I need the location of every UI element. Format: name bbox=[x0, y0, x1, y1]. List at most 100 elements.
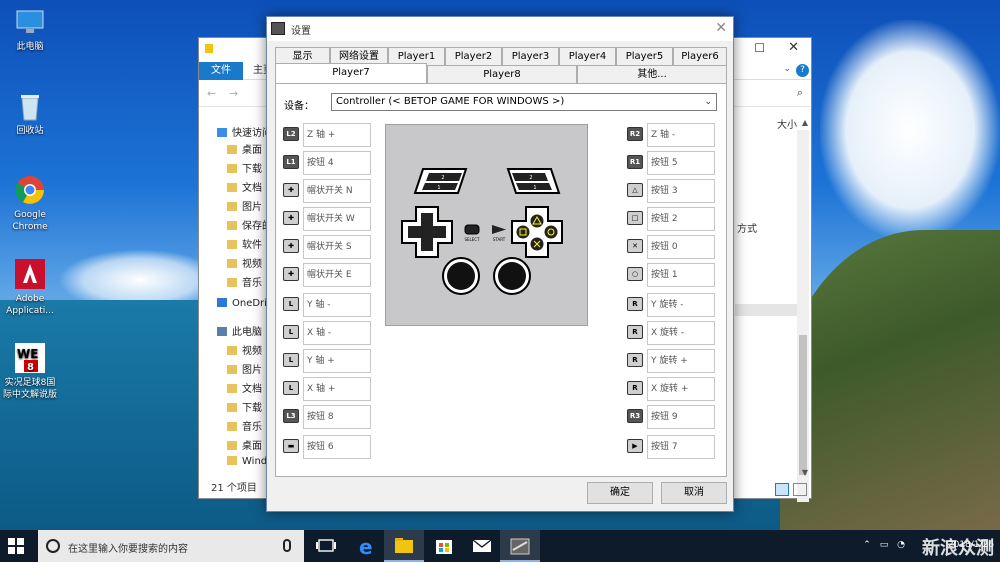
sidebar-item[interactable]: 此电脑 bbox=[217, 323, 262, 338]
mapping-field[interactable]: 按钮 9 bbox=[647, 405, 715, 429]
mapping-field[interactable]: 帽状开关 N bbox=[303, 179, 371, 203]
help-icon[interactable]: ? bbox=[796, 64, 809, 77]
button-glyph-icon: R bbox=[627, 381, 643, 395]
task-view-button[interactable] bbox=[306, 530, 346, 562]
forward-arrow-icon[interactable]: → bbox=[229, 87, 238, 100]
chevron-up-icon[interactable]: ⌃ bbox=[863, 540, 871, 550]
desktop-icon-this-pc[interactable]: 此电脑 bbox=[2, 6, 58, 53]
tab-row1-item[interactable]: Player3 bbox=[502, 47, 559, 65]
scrollbar-thumb[interactable] bbox=[799, 335, 807, 475]
mapping-field[interactable]: Y 旋转 + bbox=[647, 349, 715, 373]
mapping-field[interactable]: Y 轴 - bbox=[303, 293, 371, 317]
button-glyph-icon: □ bbox=[627, 211, 643, 225]
desktop-icon-recycle-bin[interactable]: 回收站 bbox=[2, 90, 58, 137]
analog-sticks bbox=[442, 257, 531, 295]
sidebar-item[interactable]: 快速访问 bbox=[217, 124, 272, 139]
sidebar-item[interactable]: 桌面 bbox=[227, 437, 262, 452]
battery-icon[interactable]: ▭ bbox=[880, 540, 889, 550]
sidebar-item[interactable]: OneDriv bbox=[217, 298, 273, 309]
button-glyph-icon: ▶ bbox=[627, 439, 643, 453]
close-icon[interactable]: ✕ bbox=[715, 20, 727, 36]
mapping-field[interactable]: Y 轴 + bbox=[303, 349, 371, 373]
adobe-icon bbox=[14, 258, 46, 290]
search-icon[interactable]: ⌕ bbox=[797, 86, 803, 100]
sidebar-item[interactable]: 软件 bbox=[227, 236, 262, 251]
mapping-field[interactable]: X 旋转 + bbox=[647, 377, 715, 401]
tab-row1-item[interactable]: Player5 bbox=[616, 47, 673, 65]
desktop-icon-adobe[interactable]: Adobe Applicati... bbox=[2, 258, 58, 317]
folder-icon bbox=[227, 259, 237, 268]
edge-button[interactable]: e bbox=[346, 530, 386, 562]
mapping-field[interactable]: 按钮 5 bbox=[647, 151, 715, 175]
mapping-field[interactable]: 帽状开关 E bbox=[303, 263, 371, 287]
file-explorer-button[interactable] bbox=[384, 530, 424, 562]
scroll-up-icon[interactable]: ▲ bbox=[802, 118, 808, 127]
cancel-button[interactable]: 取消 bbox=[661, 482, 727, 504]
store-button[interactable] bbox=[424, 530, 464, 562]
desktop-icon-chrome[interactable]: Google Chrome bbox=[2, 174, 58, 233]
chevron-down-icon[interactable]: ⌄ bbox=[783, 64, 791, 74]
mapping-field[interactable]: Y 旋转 - bbox=[647, 293, 715, 317]
mapping-field[interactable]: X 轴 - bbox=[303, 321, 371, 345]
folder-icon bbox=[227, 384, 237, 393]
sidebar-item-label: 图片 bbox=[242, 365, 262, 376]
tab-row1-item[interactable]: Player2 bbox=[445, 47, 502, 65]
scroll-down-icon[interactable]: ▼ bbox=[802, 468, 808, 477]
tab-row2-item[interactable]: Player8 bbox=[427, 65, 577, 83]
start-button[interactable] bbox=[8, 538, 24, 554]
dpad bbox=[401, 206, 453, 258]
back-arrow-icon[interactable]: ← bbox=[207, 87, 216, 100]
maximize-icon[interactable]: ☐ bbox=[754, 41, 765, 55]
mapping-field[interactable]: X 轴 + bbox=[303, 377, 371, 401]
microphone-icon[interactable] bbox=[283, 539, 291, 552]
folder-icon bbox=[227, 403, 237, 412]
mapping-field[interactable]: 帽状开关 S bbox=[303, 235, 371, 259]
mapping-field[interactable]: 按钮 7 bbox=[647, 435, 715, 459]
mapping-field[interactable]: 按钮 2 bbox=[647, 207, 715, 231]
mapping-field[interactable]: 帽状开关 W bbox=[303, 207, 371, 231]
sidebar-item[interactable]: 图片 bbox=[227, 198, 262, 213]
mapping-field[interactable]: X 旋转 - bbox=[647, 321, 715, 345]
mapping-field[interactable]: 按钮 3 bbox=[647, 179, 715, 203]
mapping-field[interactable]: 按钮 4 bbox=[303, 151, 371, 175]
device-select[interactable]: Controller (< BETOP GAME FOR WINDOWS >) … bbox=[331, 93, 717, 111]
folder-icon bbox=[227, 164, 237, 173]
ok-button[interactable]: 确定 bbox=[587, 482, 653, 504]
scrollbar[interactable] bbox=[797, 130, 809, 502]
mapping-field[interactable]: 按钮 8 bbox=[303, 405, 371, 429]
sidebar-item[interactable]: 桌面 bbox=[227, 141, 262, 156]
sidebar-item[interactable]: 文档 bbox=[227, 179, 262, 194]
sidebar-item[interactable]: 视频 bbox=[227, 342, 262, 357]
tab-row2-item[interactable]: 其他... bbox=[577, 65, 727, 83]
mapping-field[interactable]: 按钮 1 bbox=[647, 263, 715, 287]
sidebar-item[interactable]: 图片 bbox=[227, 361, 262, 376]
details-view-icon[interactable] bbox=[775, 483, 789, 496]
chrome-icon bbox=[14, 174, 46, 206]
column-header-size[interactable]: 大小 bbox=[777, 116, 797, 131]
tiles-view-icon[interactable] bbox=[793, 483, 807, 496]
chevron-down-icon[interactable]: ⌄ bbox=[704, 94, 712, 110]
sidebar-item[interactable]: 文档 bbox=[227, 380, 262, 395]
tab-row1-item[interactable]: Player6 bbox=[673, 47, 727, 65]
sidebar-item[interactable]: 视频 bbox=[227, 255, 262, 270]
ribbon-tab-file[interactable]: 文件 bbox=[199, 62, 243, 80]
mapping-field[interactable]: Z 轴 - bbox=[647, 123, 715, 147]
mapping-field[interactable]: Z 轴 + bbox=[303, 123, 371, 147]
folder-icon bbox=[217, 327, 227, 336]
taskbar-search[interactable]: 在这里输入你要搜索的内容 bbox=[38, 530, 304, 562]
selected-row[interactable] bbox=[735, 304, 799, 316]
emulator-button[interactable] bbox=[500, 530, 540, 562]
network-icon[interactable]: ◔ bbox=[897, 540, 905, 550]
desktop-icon-we8[interactable]: WE 8 实况足球8国际中文解说版 bbox=[2, 342, 58, 401]
sidebar-item[interactable]: 音乐 bbox=[227, 418, 262, 433]
mail-button[interactable] bbox=[462, 530, 502, 562]
mapping-field[interactable]: 按钮 0 bbox=[647, 235, 715, 259]
tab-row2-item[interactable]: Player7 bbox=[275, 63, 427, 84]
tab-row1-item[interactable]: Player4 bbox=[559, 47, 616, 65]
folder-icon bbox=[227, 221, 237, 230]
sidebar-item[interactable]: 下载 bbox=[227, 399, 262, 414]
close-icon[interactable]: ✕ bbox=[788, 40, 799, 55]
mapping-field[interactable]: 按钮 6 bbox=[303, 435, 371, 459]
sidebar-item[interactable]: 音乐 bbox=[227, 274, 262, 289]
sidebar-item[interactable]: 下载 bbox=[227, 160, 262, 175]
